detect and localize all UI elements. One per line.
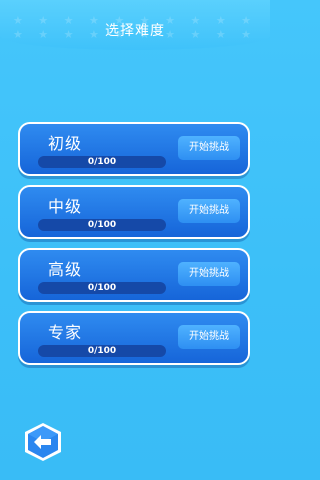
start-challenge-button[interactable]: 开始挑战 bbox=[178, 262, 240, 286]
progress-text: 0/100 bbox=[87, 157, 117, 167]
progress-bar: 0/100 bbox=[38, 345, 166, 357]
level-card-expert: 专家 0/100 开始挑战 bbox=[18, 311, 250, 365]
progress-text: 0/100 bbox=[87, 283, 117, 293]
level-list: 初级 0/100 开始挑战 中级 0/100 开始挑战 高级 0/100 开始挑… bbox=[0, 0, 270, 480]
start-challenge-button[interactable]: 开始挑战 bbox=[178, 325, 240, 349]
level-name: 高级 bbox=[48, 260, 83, 279]
level-card-intermediate: 中级 0/100 开始挑战 bbox=[18, 185, 250, 239]
level-name: 专家 bbox=[48, 323, 83, 342]
progress-bar: 0/100 bbox=[38, 156, 166, 168]
start-challenge-button[interactable]: 开始挑战 bbox=[178, 136, 240, 160]
level-card-advanced: 高级 0/100 开始挑战 bbox=[18, 248, 250, 302]
level-card-beginner: 初级 0/100 开始挑战 bbox=[18, 122, 250, 176]
level-name: 初级 bbox=[48, 134, 83, 153]
progress-bar: 0/100 bbox=[38, 282, 166, 294]
left-arrow-icon bbox=[25, 423, 61, 461]
progress-text: 0/100 bbox=[87, 220, 117, 230]
progress-bar: 0/100 bbox=[38, 219, 166, 231]
back-button[interactable] bbox=[22, 422, 64, 462]
start-challenge-button[interactable]: 开始挑战 bbox=[178, 199, 240, 223]
level-name: 中级 bbox=[48, 197, 83, 216]
progress-text: 0/100 bbox=[87, 346, 117, 356]
